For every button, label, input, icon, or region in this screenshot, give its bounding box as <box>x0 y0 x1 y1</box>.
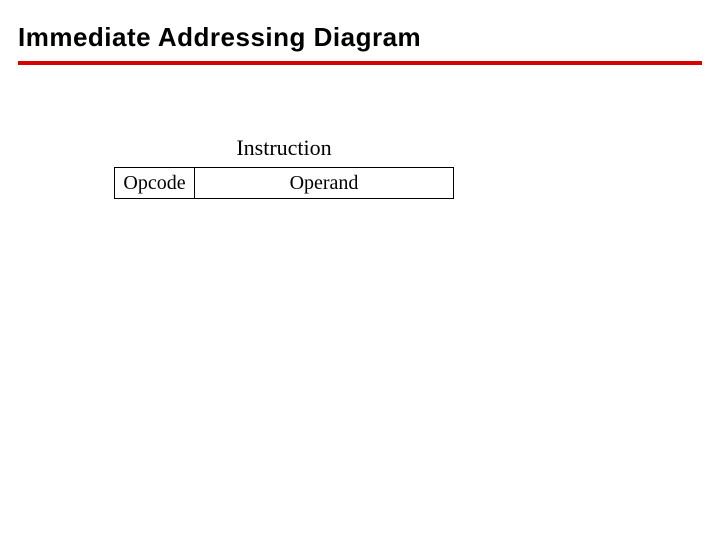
opcode-cell: Opcode <box>115 168 195 198</box>
title-underline <box>18 61 702 65</box>
diagram-area: Instruction Opcode Operand <box>0 135 720 199</box>
page-title: Immediate Addressing Diagram <box>0 0 720 61</box>
operand-cell: Operand <box>195 168 453 198</box>
instruction-box: Opcode Operand <box>114 167 454 199</box>
instruction-label: Instruction <box>114 135 454 161</box>
